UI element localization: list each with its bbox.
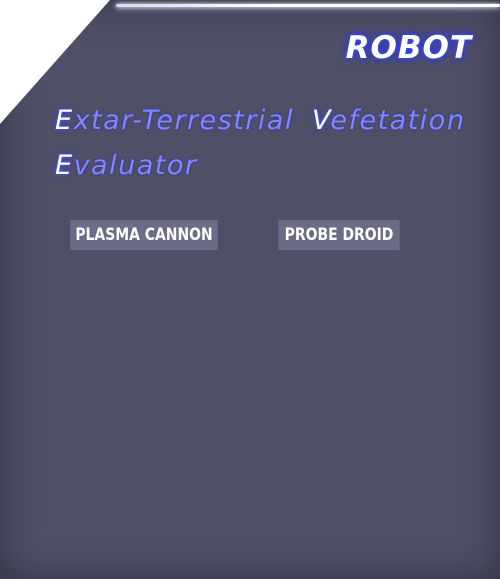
- subtitle-word-vefetation: efetation: [330, 105, 466, 136]
- plasma-cannon-button[interactable]: PLASMA CANNON: [70, 220, 218, 250]
- robot-subtitle: Extar-Terrestrial Vefetation Evaluator: [55, 98, 485, 188]
- robot-panel: [0, 0, 500, 579]
- subtitle-initial-e2: E: [55, 150, 74, 181]
- plasma-cannon-label: PLASMA CANNON: [75, 225, 213, 245]
- subtitle-word-evaluator: valuator: [73, 150, 198, 181]
- subtitle-initial-v: V: [311, 105, 331, 136]
- subtitle-initial-e: E: [55, 105, 74, 136]
- panel-title: ROBOT: [345, 30, 472, 66]
- probe-droid-label: PROBE DROID: [284, 225, 394, 245]
- subtitle-word-extar-terrestrial: xtar-Terrestrial: [73, 105, 294, 136]
- panel-top-highlight: [116, 4, 500, 7]
- probe-droid-button[interactable]: PROBE DROID: [278, 220, 400, 250]
